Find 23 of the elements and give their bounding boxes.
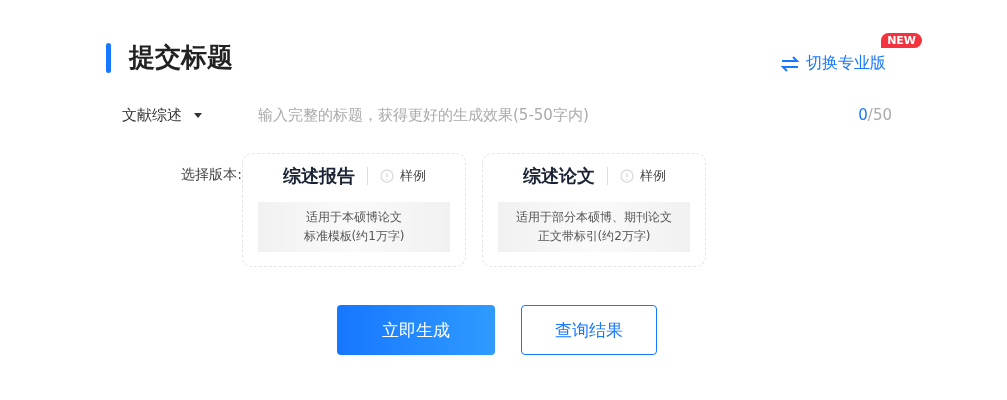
description-line: 适用于部分本硕博、期刊论文 [516,209,672,226]
description-line: 标准模板(约1万字) [303,228,405,245]
version-name: 综述论文 [522,164,595,188]
info-icon [619,169,634,183]
section-title: 提交标题 [129,41,233,74]
new-badge: NEW [881,33,922,48]
accent-bar [106,42,111,73]
description-line: 适用于本硕博论文 [306,209,402,226]
sample-link[interactable]: 样例 [379,167,426,185]
type-dropdown[interactable]: 文献综述 [122,105,256,125]
version-card[interactable]: 综述报告 样例 适用于本硕博论文 标准模板(约1万字) [242,153,466,267]
description-line: 正文带标引(约2万字) [537,228,651,245]
switch-link[interactable]: 切换专业版 [780,53,886,74]
generate-button[interactable]: 立即生成 [337,305,495,355]
version-card[interactable]: 综述论文 样例 适用于部分本硕博、期刊论文 正文带标引(约2万字) [482,153,706,267]
char-count: 0 [858,106,868,124]
info-icon [379,169,394,183]
sample-link[interactable]: 样例 [619,167,666,185]
query-button[interactable]: 查询结果 [521,305,657,355]
version-label: 选择版本: [180,165,242,184]
version-name: 综述报告 [282,164,355,188]
char-limit: /50 [867,106,892,124]
caret-icon [194,112,202,118]
